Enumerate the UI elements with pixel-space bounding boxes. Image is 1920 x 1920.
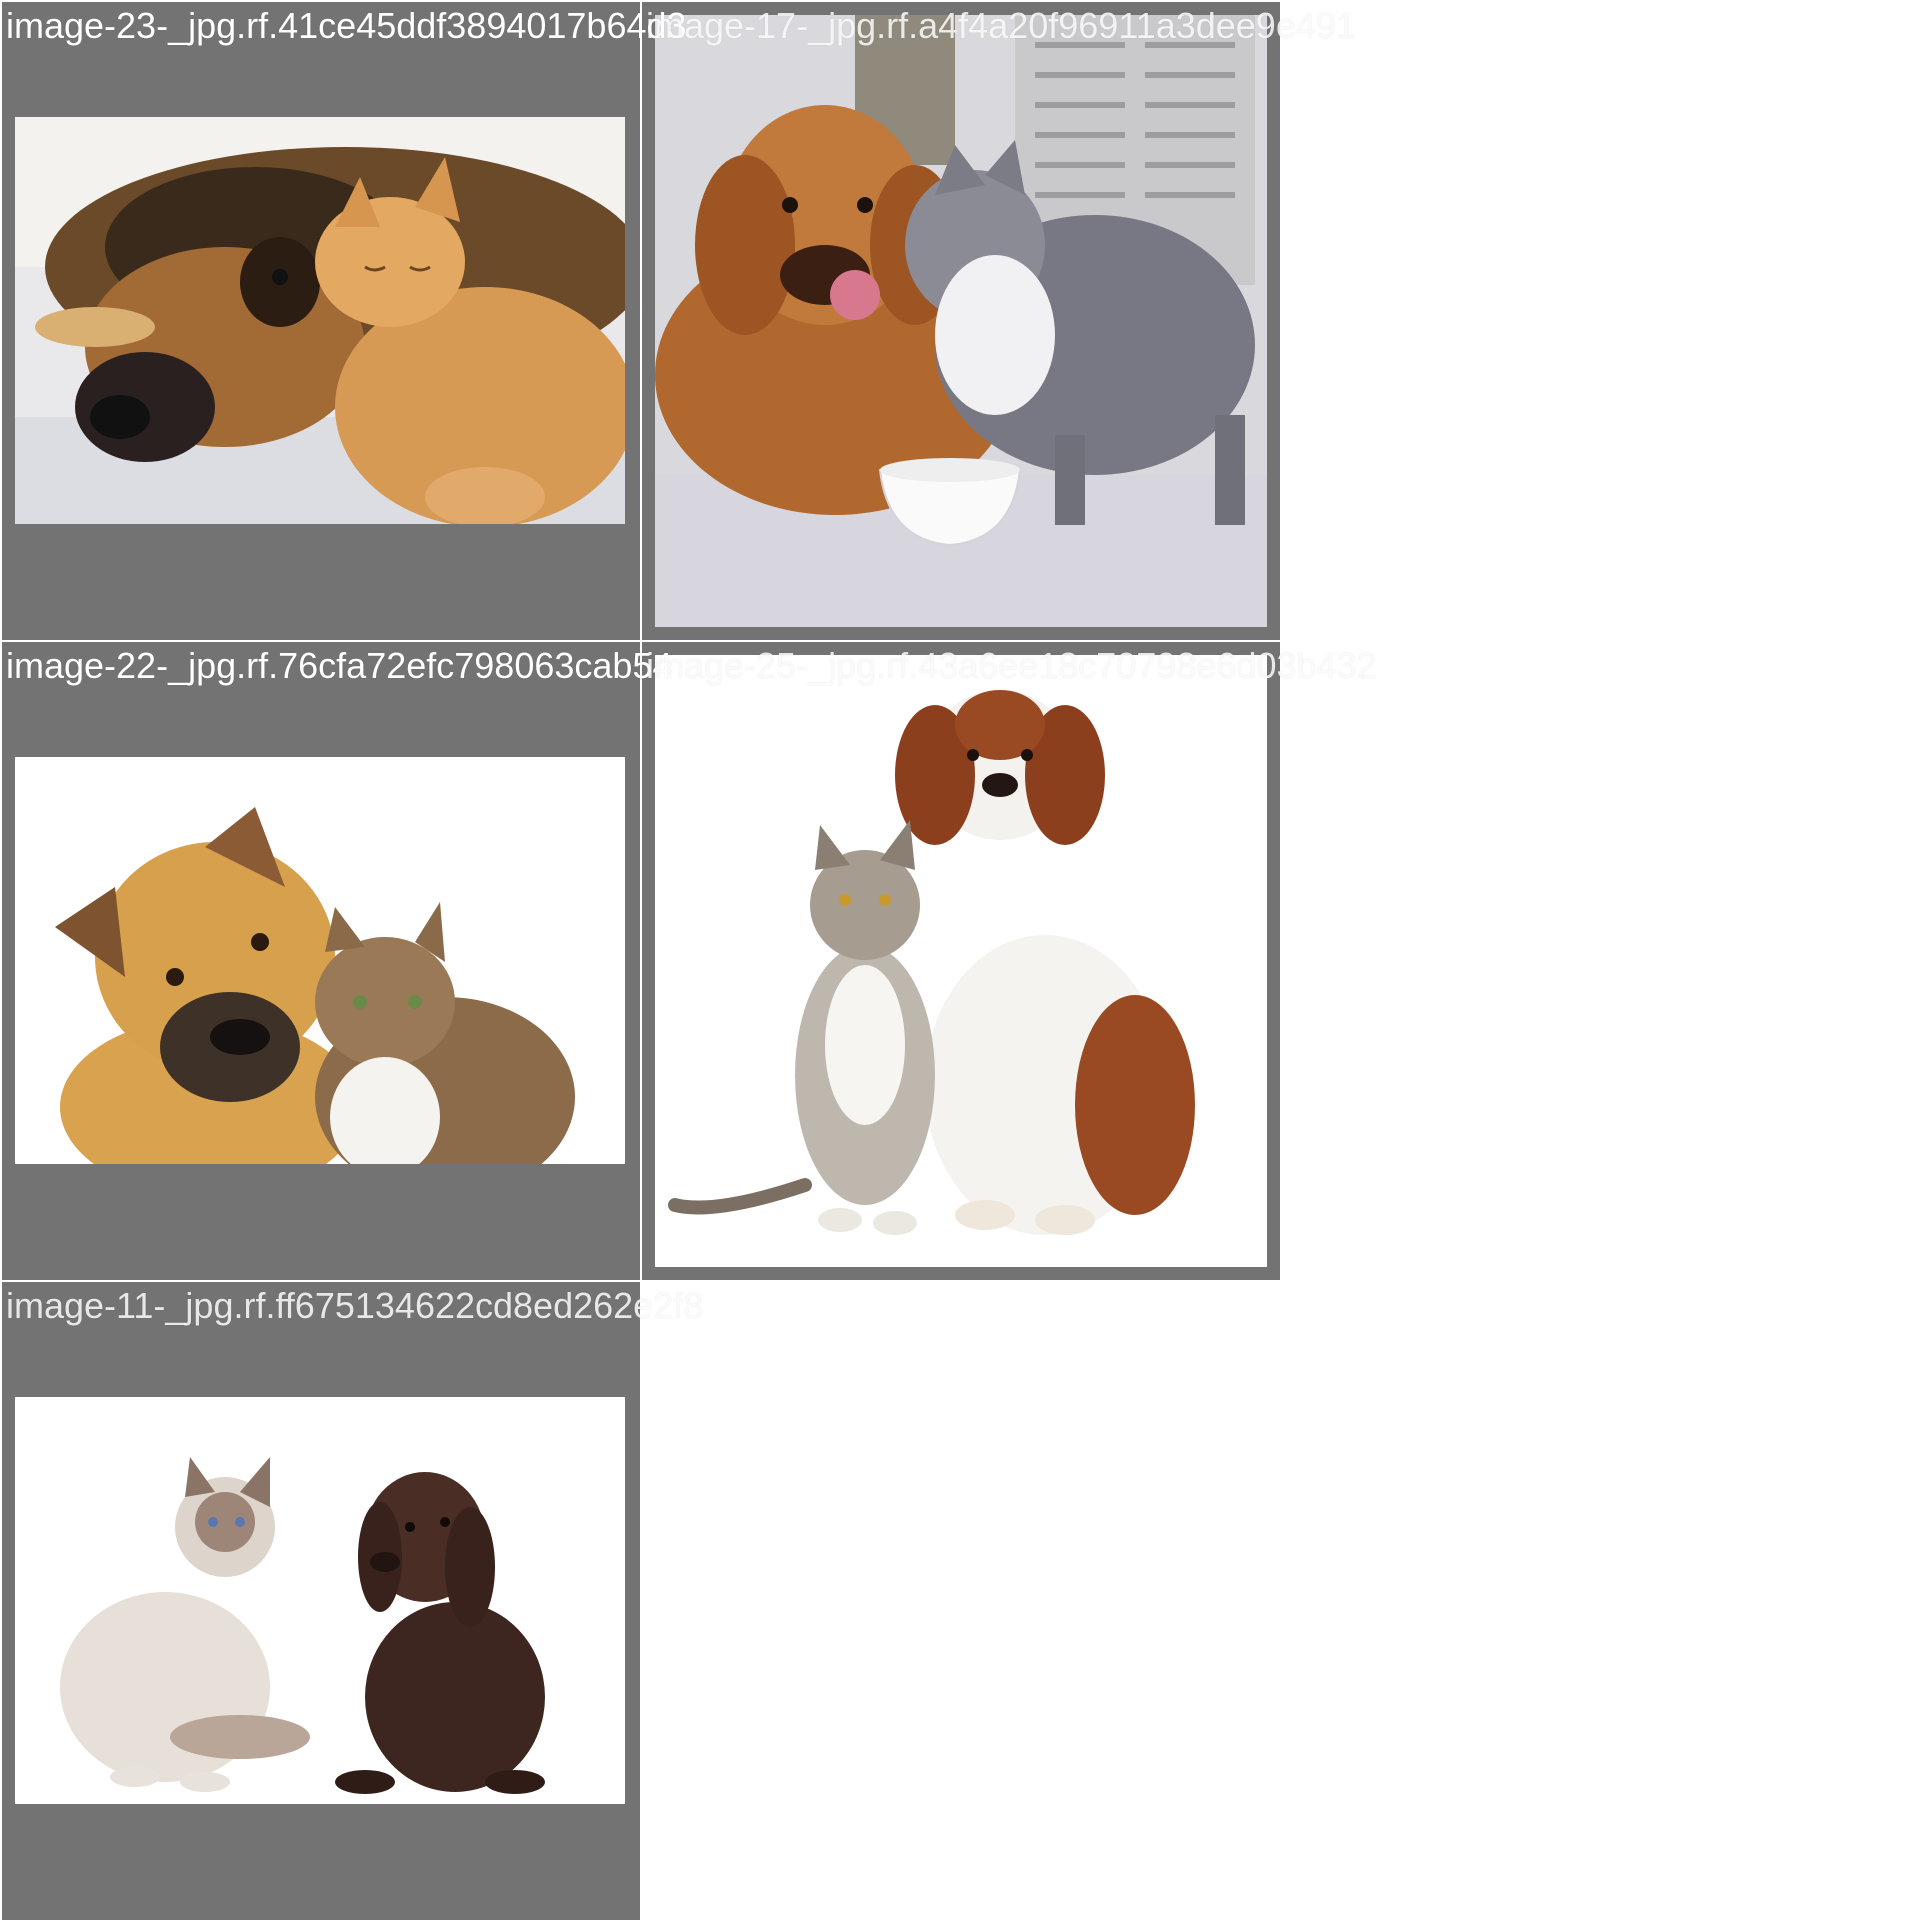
image-tile-3[interactable]: image-22-_jpg.rf.76cfa72efc798063cab54 [2,642,672,1280]
image-filename-label: image-11-_jpg.rf.ff675134622cd8ed262e2f8 [6,1285,704,1326]
dog-cat-photo [655,655,1267,1267]
ragdoll-cat-and-chocolate-puppy-image [15,1397,625,1804]
dog-cat-photo [15,117,625,524]
tabby-cat-and-spaniel-image [655,655,1267,1267]
image-tile-5[interactable]: image-11-_jpg.rf.ff675134622cd8ed262e2f8 [2,1282,703,1920]
german-shepherd-and-cat-image [15,117,625,524]
dog-cat-photo [655,15,1267,627]
image-filename-label: image-22-_jpg.rf.76cfa72efc798063cab54 [6,645,673,686]
image-tile-1[interactable]: image-23-_jpg.rf.41ce45ddf3894017b64d3 [2,2,687,640]
golden-retriever-and-grey-cat-image [655,15,1267,627]
image-filename-label: image-23-_jpg.rf.41ce45ddf3894017b64d3 [6,5,687,46]
dog-cat-photo [15,757,625,1164]
image-tile-4[interactable]: image-25-_jpg.rf.43a6ee18c70798e6d03b432 [642,642,1377,1280]
dog-cat-photo [15,1397,625,1804]
tan-dog-and-tabby-cat-image [15,757,625,1164]
image-tile-2[interactable]: image-17-_jpg.rf.a4f4a20f96911a3dee9e491 [642,2,1356,640]
